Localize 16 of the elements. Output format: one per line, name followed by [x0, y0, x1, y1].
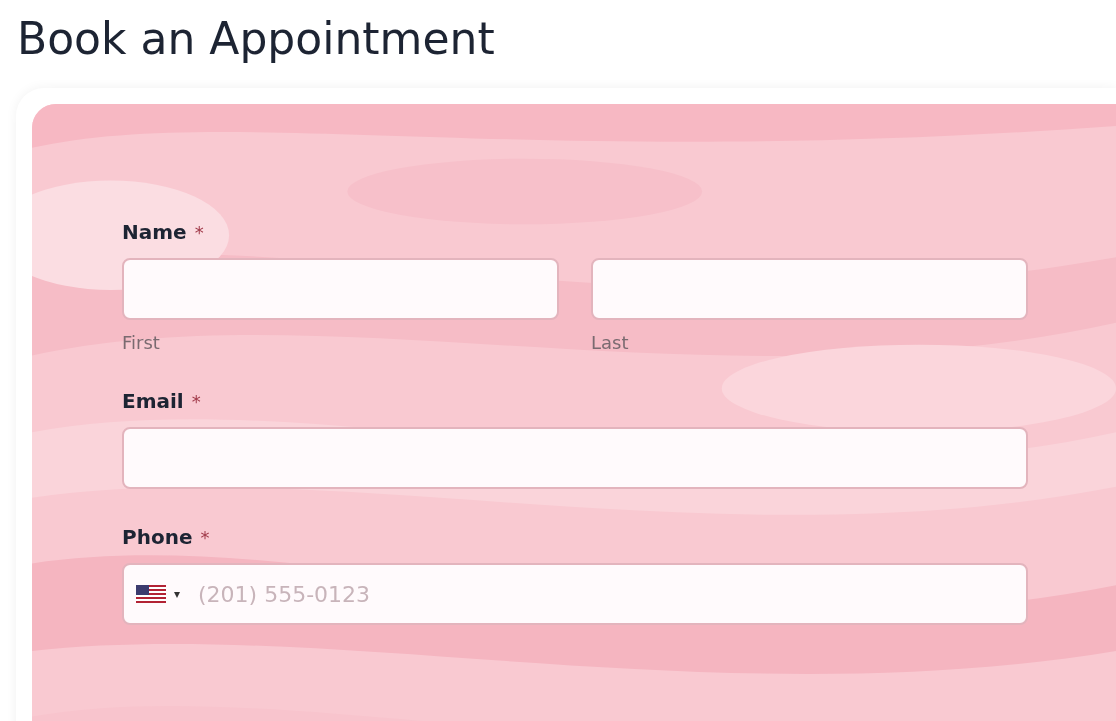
phone-input[interactable]: (201) 555-0123: [196, 580, 1026, 608]
input-field[interactable]: [122, 258, 559, 320]
flag-icon: [136, 585, 166, 603]
sublabel: Last: [591, 332, 630, 353]
field-label: Name: [122, 220, 187, 244]
country-selector[interactable]: ▾: [136, 585, 180, 603]
sublabel: First: [122, 332, 161, 353]
page-title: Book an Appointment: [16, 12, 496, 66]
field-label: Email: [122, 389, 184, 413]
field-label: Phone: [122, 525, 193, 549]
required-mark: *: [200, 527, 210, 548]
input-field[interactable]: [122, 427, 1028, 489]
phone-field[interactable]: ▾ (201) 555-0123: [122, 563, 1028, 625]
input-field[interactable]: [591, 258, 1028, 320]
required-mark: *: [191, 391, 201, 412]
required-mark: *: [194, 222, 204, 243]
